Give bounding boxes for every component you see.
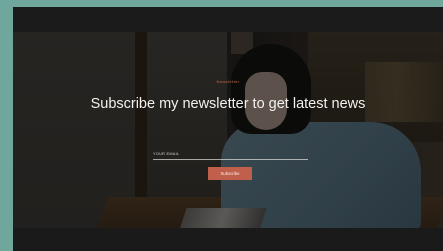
newsletter-hero: Newsletter Subscribe my newsletter to ge… [13,32,443,228]
page-frame: Newsletter Subscribe my newsletter to ge… [0,0,443,251]
footer-bar [13,228,443,251]
newsletter-eyebrow: Newsletter [216,79,240,84]
newsletter-form: Newsletter Subscribe my newsletter to ge… [13,32,443,228]
newsletter-headline: Subscribe my newsletter to get latest ne… [90,96,366,112]
header-bar [13,7,443,32]
email-label: YOUR EMAIL [153,152,180,156]
email-field[interactable] [153,159,308,160]
subscribe-button[interactable]: Subscribe [208,167,252,180]
